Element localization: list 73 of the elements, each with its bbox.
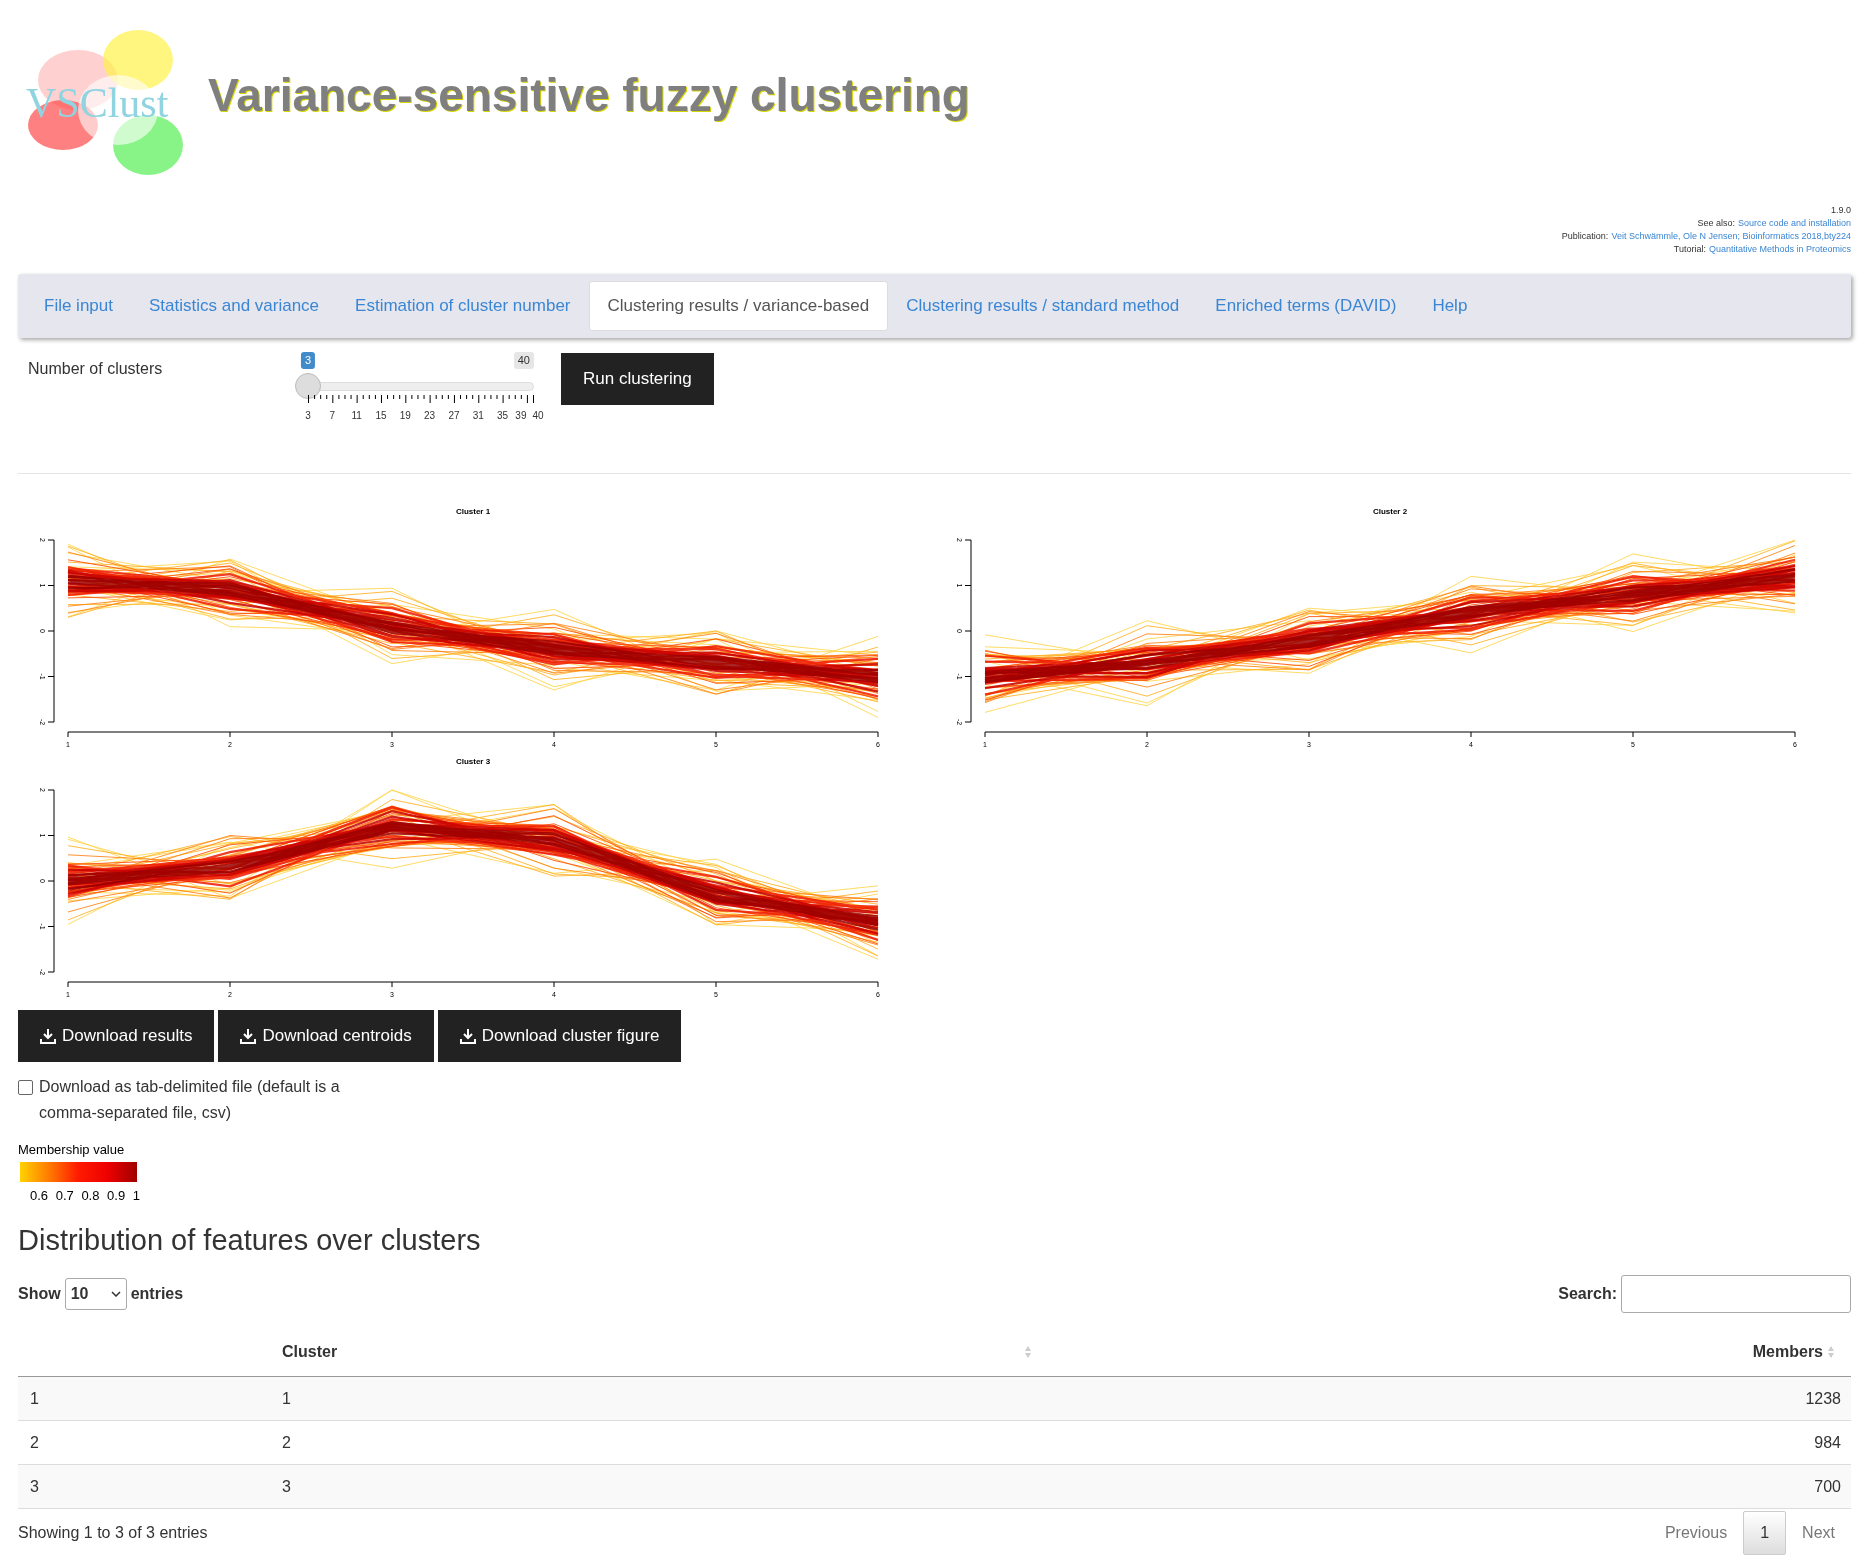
search-label: Search: (1558, 1283, 1617, 1304)
slider-label: Number of clusters (27, 359, 164, 379)
app-title: Variance-sensitive fuzzy clustering (208, 67, 970, 123)
legend-tick-label: 1 (132, 1186, 140, 1205)
table-cell: 2 (272, 1420, 1024, 1465)
plot-title: Cluster 3 (455, 757, 491, 766)
sort-icon (1023, 1345, 1032, 1360)
previous-button[interactable]: Previous (1648, 1511, 1744, 1555)
info-label: Publication: (1561, 230, 1609, 243)
table-cell: 1238 (1043, 1376, 1851, 1421)
info-link[interactable]: Source code and installation (1737, 217, 1851, 230)
slider-tick-label: 19 (399, 409, 411, 423)
sort-icon (1827, 1345, 1835, 1360)
next-button[interactable]: Next (1786, 1511, 1851, 1555)
slider-tick-label: 7 (329, 409, 336, 423)
table-cell: 2 (18, 1420, 272, 1465)
tab[interactable]: Estimation of cluster number (337, 281, 589, 331)
legend-tick-label: 0.8 (81, 1186, 100, 1205)
table-cell: 3 (18, 1464, 272, 1509)
slider-tick-label: 11 (351, 409, 362, 423)
table-info: Showing 1 to 3 of 3 entries (18, 1523, 208, 1543)
slider-tick-label: 3 (305, 409, 311, 423)
info-link[interactable]: Veit Schwämmle, Ole N Jensen; Bioinformatics 2018,bty224 (1611, 230, 1851, 243)
info-label: See also: (1697, 217, 1735, 230)
tab[interactable]: Help (1414, 281, 1486, 331)
info-label: Tutorial: (1673, 243, 1706, 256)
legend-tick-label: 0.6 (30, 1186, 49, 1205)
table-cell: 3 (272, 1464, 1024, 1509)
download-icon (40, 1028, 56, 1044)
download-button[interactable]: Download centroids (218, 1010, 434, 1062)
entries-label: entries (130, 1283, 184, 1304)
slider-tick-label: 40 (532, 409, 544, 423)
checkbox[interactable] (18, 1080, 33, 1095)
checkbox-label: Download as tab-delimited file (default is a comma-separated file, csv) (39, 1077, 341, 1123)
legend-tick-label: 0.9 (107, 1186, 126, 1205)
download-button[interactable]: Download cluster figure (437, 1010, 682, 1062)
table-cell: 700 (1043, 1464, 1851, 1509)
table-cell: 1 (272, 1376, 1024, 1421)
chevron-icon (110, 1290, 121, 1297)
slider-value-label: 3 (300, 352, 316, 369)
slider-tick-label: 31 (472, 409, 484, 423)
show-label: Show (18, 1283, 61, 1304)
page-button[interactable]: 1 (1743, 1511, 1787, 1555)
search-field[interactable] (1621, 1274, 1851, 1313)
slider-tick-label: 35 (497, 409, 509, 423)
plot-title: Cluster 1 (455, 507, 491, 516)
section-heading: Distribution of features over clusters (18, 1223, 482, 1258)
slider-max-label: 40 (513, 352, 534, 369)
table-cell: 1 (18, 1376, 272, 1421)
logo-text: VSClust (26, 82, 169, 124)
column-header[interactable]: Cluster (272, 1328, 1024, 1377)
slider-tick-label: 15 (375, 409, 387, 423)
table-cell: 984 (1043, 1420, 1851, 1465)
download-button[interactable]: Download results (18, 1010, 215, 1062)
slider-handle[interactable] (295, 373, 321, 399)
slider-tick-label: 39 (515, 409, 527, 423)
download-icon (240, 1028, 257, 1044)
tab[interactable]: Statistics and variance (131, 281, 338, 331)
download-icon (459, 1028, 476, 1044)
plot-title: Cluster 2 (1372, 507, 1408, 516)
tab[interactable]: Clustering results / standard method (888, 281, 1198, 331)
entries-select[interactable]: 10 (64, 1277, 127, 1310)
run-clustering-button[interactable]: Run clustering (561, 353, 714, 405)
slider-tick-label: 23 (424, 409, 436, 423)
tab[interactable]: Enriched terms (DAVID) (1197, 281, 1415, 331)
tab[interactable]: File input (26, 281, 131, 331)
version-label: 1.9.0 (1830, 204, 1851, 217)
column-header[interactable]: Members (1043, 1328, 1827, 1377)
legend-tick-label: 0.7 (55, 1186, 74, 1205)
slider-tick-label: 27 (448, 409, 460, 423)
tab[interactable]: Clustering results / variance-based (588, 281, 889, 331)
legend-title: Membership value (18, 1141, 126, 1159)
info-link[interactable]: Quantitative Methods in Proteomics (1708, 243, 1851, 256)
